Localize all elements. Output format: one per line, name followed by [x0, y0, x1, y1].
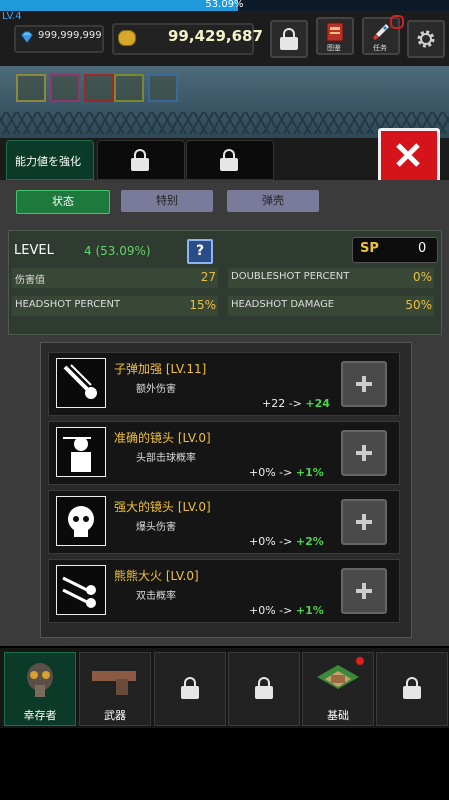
- nav-survivor[interactable]: 幸存者: [4, 652, 76, 726]
- lock-icon: [255, 677, 273, 699]
- stat-value: 50%: [405, 298, 432, 312]
- quest-label: 任务: [373, 44, 387, 52]
- skill-change: +0% -> +1%: [249, 604, 324, 617]
- codex-label: 图鉴: [327, 44, 341, 52]
- skill-name: 子弹加强 [LV.11]: [114, 362, 207, 376]
- lock-icon: [181, 677, 199, 699]
- upgrade-plus-button[interactable]: [341, 361, 387, 407]
- skill-name: 准确的镜头 [LV.0]: [114, 431, 211, 445]
- skill-desc: 爆头伤害: [136, 522, 176, 533]
- pistol-icon: [92, 671, 136, 695]
- stat-label: HEADSHOT PERCENT: [15, 299, 121, 310]
- nav-weapon[interactable]: 武器: [79, 652, 151, 726]
- nav-locked[interactable]: [376, 652, 448, 726]
- gold-coin-icon: [118, 30, 136, 46]
- upgrade-plus-button[interactable]: [341, 499, 387, 545]
- upgrade-plus-button[interactable]: [341, 430, 387, 476]
- player-level-text: LV.4: [2, 11, 22, 22]
- settings-button[interactable]: [407, 20, 445, 58]
- xp-percent-text: 53.09%: [205, 0, 244, 10]
- bullet-impact-icon: [56, 358, 106, 408]
- skill-change: +0% -> +1%: [249, 466, 324, 479]
- graffiti-sign: [50, 74, 80, 102]
- graffiti-sign: [16, 74, 46, 102]
- graffiti-sign: [84, 74, 114, 102]
- subtab-status[interactable]: 状态: [16, 190, 110, 214]
- nav-survivor-label: 幸存者: [23, 709, 57, 722]
- diamond-icon: [21, 31, 33, 43]
- notification-dot: [356, 657, 364, 665]
- skill-desc: 双击概率: [136, 591, 176, 602]
- lock-icon: [280, 28, 298, 50]
- nav-base-label: 基础: [327, 709, 349, 722]
- codex-button[interactable]: 图鉴: [316, 17, 354, 55]
- tab-locked[interactable]: [186, 140, 274, 180]
- graffiti-sign: [148, 74, 178, 102]
- gold-amount: 99,429,687: [168, 27, 263, 45]
- lock-icon: [220, 149, 238, 171]
- tab-locked[interactable]: [97, 140, 185, 180]
- notification-ring-icon: [390, 15, 404, 29]
- lock-icon: [131, 149, 149, 171]
- nav-locked[interactable]: [228, 652, 300, 726]
- stat-label: HEADSHOT DAMAGE: [231, 299, 335, 310]
- skull-icon: [56, 496, 106, 546]
- gem-amount: 999,999,999: [38, 30, 102, 41]
- level-label: LEVEL: [14, 243, 54, 258]
- book-icon: [326, 22, 344, 42]
- tab-upgrade-abilities-label: 能力値を強化: [15, 155, 81, 168]
- locked-feature-button[interactable]: [270, 20, 308, 58]
- subtab-shells[interactable]: 弹壳: [227, 190, 319, 212]
- skill-desc: 额外伤害: [136, 384, 176, 395]
- upgrade-plus-button[interactable]: [341, 568, 387, 614]
- headshot-target-icon: [56, 427, 106, 477]
- close-button[interactable]: [378, 128, 440, 184]
- close-icon: [396, 143, 420, 167]
- double-shot-icon: [56, 565, 106, 615]
- tab-upgrade-abilities[interactable]: 能力値を強化: [6, 140, 94, 180]
- rocket-icon: [373, 24, 389, 40]
- skill-change: +0% -> +2%: [249, 535, 324, 548]
- subtab-special[interactable]: 特别: [121, 190, 213, 212]
- lock-icon: [403, 677, 421, 699]
- stat-value: 15%: [189, 298, 216, 312]
- graffiti-sign: [114, 74, 144, 102]
- level-value: 4 (53.09%): [84, 244, 151, 258]
- stat-value: 27: [200, 270, 216, 284]
- base-house-icon: [317, 665, 359, 689]
- gas-mask-icon: [27, 663, 53, 697]
- stat-label: 伤害值: [15, 275, 45, 286]
- nav-weapon-label: 武器: [104, 709, 126, 722]
- quest-button[interactable]: 任务: [362, 15, 404, 55]
- skill-name: 强大的镜头 [LV.0]: [114, 500, 211, 514]
- skill-change: +22 -> +24: [262, 397, 330, 410]
- sp-value: 0: [418, 241, 427, 256]
- stat-label: DOUBLESHOT PERCENT: [231, 271, 350, 282]
- help-button[interactable]: ?: [187, 239, 213, 264]
- gear-icon: [417, 30, 435, 48]
- skill-desc: 头部击球概率: [136, 453, 196, 464]
- sp-label: SP: [360, 241, 379, 256]
- stat-value: 0%: [412, 270, 432, 284]
- skill-name: 熊熊大火 [LV.0]: [114, 569, 199, 583]
- nav-locked[interactable]: [154, 652, 226, 726]
